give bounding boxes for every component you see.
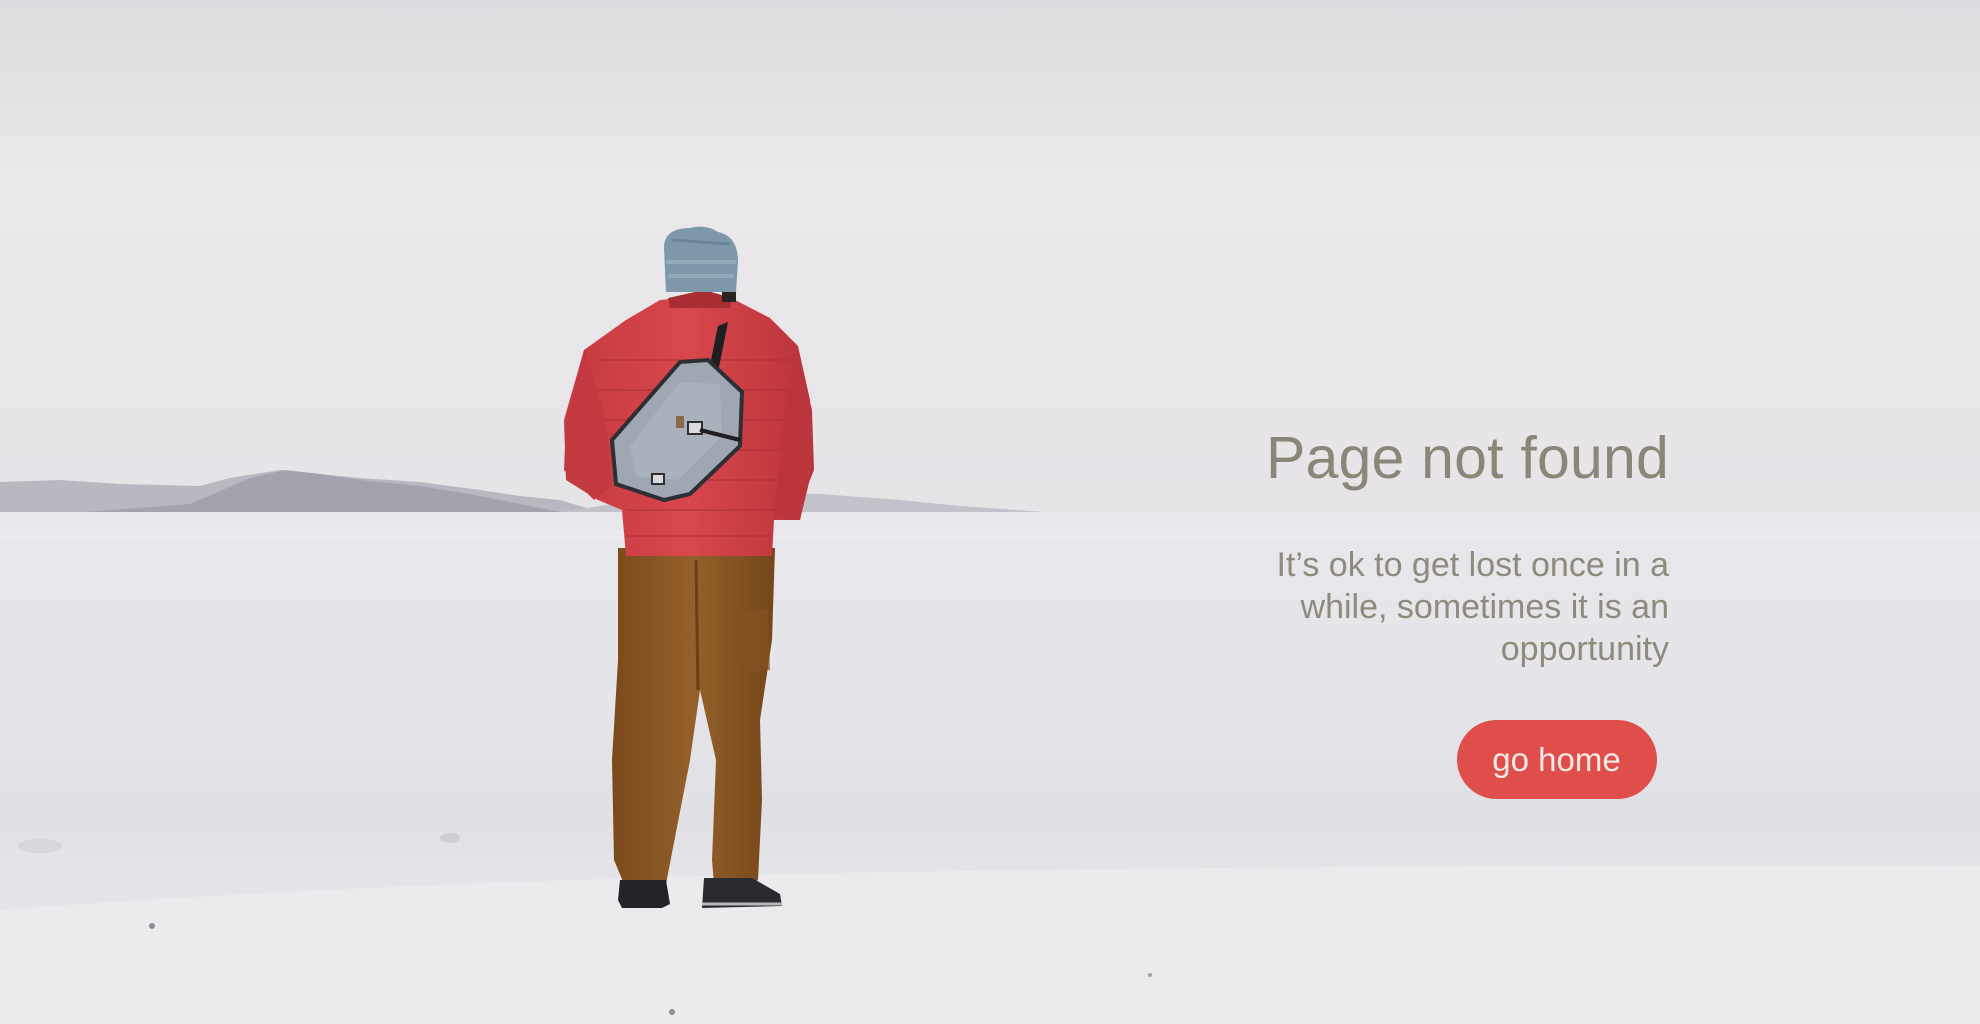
go-home-button[interactable]: go home [1456, 720, 1657, 799]
button-row: go home [1149, 720, 1669, 799]
page-message: It’s ok to get lost once in a while, som… [1276, 546, 1670, 668]
background-photo [0, 0, 1980, 1024]
page-title: Page not found [1265, 425, 1669, 491]
not-found-panel: Page not found It’s ok to get lost once … [1149, 418, 1669, 799]
sky [0, 0, 1980, 515]
